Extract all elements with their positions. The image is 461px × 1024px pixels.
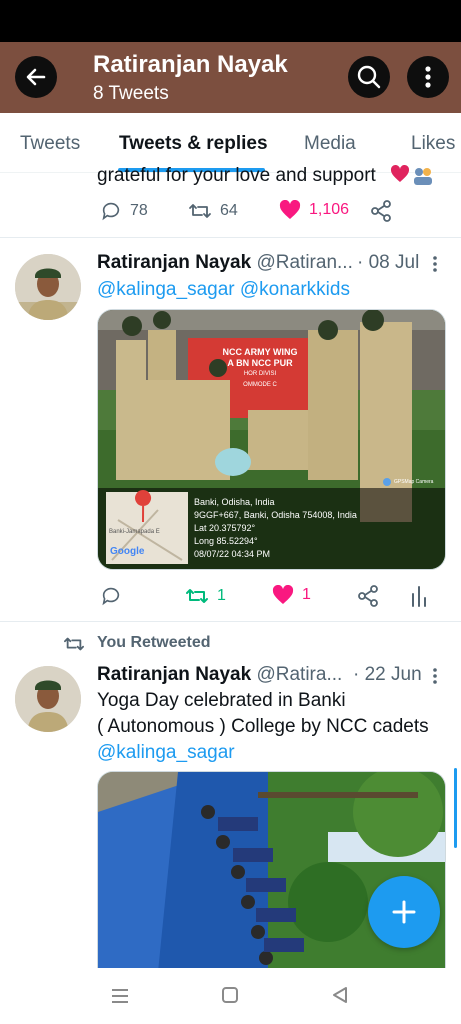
avatar[interactable]: [15, 254, 81, 320]
profile-name: Ratiranjan Nayak: [93, 51, 288, 78]
banner-subtitle: A BN NCC PUR: [227, 358, 293, 368]
photo-latitude: Lat 20.375792°: [194, 523, 256, 533]
like-count: 1: [302, 586, 311, 603]
heart-filled-icon: [279, 200, 301, 219]
tweet-divider: [0, 237, 461, 238]
recent-apps-button[interactable]: [110, 987, 130, 1010]
share-button[interactable]: [357, 585, 379, 607]
analytics-button[interactable]: [410, 585, 428, 607]
stamp-app-name: GPSMap Camera: [394, 479, 434, 485]
search-button[interactable]: [348, 56, 390, 98]
share-icon: [371, 200, 391, 222]
reply-icon: [102, 587, 120, 606]
map-place: Banki-Jamapada E: [109, 529, 160, 535]
photo-datetime: 08/07/22 04:34 PM: [194, 549, 271, 559]
retweeted-indicator: [63, 634, 85, 659]
tab-tweets[interactable]: Tweets: [20, 133, 80, 155]
tab-media[interactable]: Media: [304, 133, 356, 155]
banner-line: OMMODE C: [243, 382, 277, 388]
map-provider: Google: [110, 546, 145, 557]
banner-title: NCC ARMY WING: [222, 347, 298, 357]
retweet-icon: [186, 589, 208, 603]
status-bar: [0, 0, 461, 42]
reply-count: 78: [130, 202, 148, 219]
back-nav-button[interactable]: [331, 986, 349, 1009]
reply-button[interactable]: [100, 585, 122, 607]
system-navigation-bar: [0, 968, 461, 1024]
more-options-button[interactable]: [407, 56, 449, 98]
photo-longitude: Long 85.52294°: [194, 536, 258, 546]
tab-tweets-and-replies[interactable]: Tweets & replies: [119, 133, 268, 155]
retweet-icon: [64, 637, 84, 651]
retweet-button[interactable]: 1: [185, 585, 226, 607]
more-vertical-icon: [433, 256, 437, 272]
arrow-left-icon: [26, 68, 46, 86]
retweet-icon: [189, 204, 211, 218]
profile-header: Ratiranjan Nayak 8 Tweets: [0, 42, 461, 113]
share-icon: [358, 585, 378, 607]
reply-button[interactable]: 78: [100, 200, 148, 222]
photo-address: 9GGF+667, Banki, Odisha 754008, India: [194, 510, 357, 520]
square-icon: [222, 987, 238, 1003]
tweet-count: 8 Tweets: [93, 83, 169, 104]
tweet-divider: [0, 621, 461, 622]
tweet-photo[interactable]: NCC ARMY WING A BN NCC PUR HOR DIVISI OM…: [97, 309, 446, 570]
scrollbar[interactable]: [454, 768, 457, 848]
reply-icon: [102, 202, 120, 221]
tweet-text-line: Yoga Day celebrated in Banki: [97, 690, 346, 711]
retweeted-label[interactable]: You Retweeted: [97, 634, 211, 652]
tweet-text: grateful for your love and support: [97, 165, 376, 186]
avatar[interactable]: [15, 666, 81, 732]
author-name[interactable]: Ratiranjan Nayak: [97, 664, 251, 685]
bar-chart-icon: [412, 586, 426, 607]
triangle-back-icon: [333, 987, 347, 1003]
home-button[interactable]: [221, 986, 239, 1009]
retweet-button[interactable]: 64: [188, 200, 238, 222]
tweet-mention[interactable]: @kalinga_sagar: [97, 740, 235, 766]
tweet-text-line: ( Autonomous ) College by NCC cadets: [97, 716, 429, 737]
people-emoji-icon: [412, 167, 434, 190]
photo-location: Banki, Odisha, India: [194, 497, 275, 507]
tweet-more-button[interactable]: [432, 255, 438, 278]
like-count: 1,106: [309, 201, 350, 218]
author-handle[interactable]: @Ratiran...: [256, 252, 352, 273]
plus-icon: [392, 900, 416, 924]
tweet-date: · 22 Jun: [353, 664, 422, 685]
author-name[interactable]: Ratiranjan Nayak: [97, 252, 251, 273]
more-vertical-icon: [433, 668, 437, 684]
heart-emoji-icon: [390, 164, 410, 188]
tab-likes[interactable]: Likes: [411, 133, 455, 155]
like-button[interactable]: 1: [272, 585, 311, 605]
retweet-count: 1: [217, 587, 226, 604]
tweet-mentions[interactable]: @kalinga_sagar @konarkkids: [97, 277, 350, 303]
back-button[interactable]: [15, 56, 57, 98]
tweet-more-button[interactable]: [432, 667, 438, 690]
menu-lines-icon: [112, 989, 128, 1003]
banner-line: HOR DIVISI: [243, 371, 277, 377]
retweet-count: 64: [220, 202, 238, 219]
search-icon: [357, 65, 381, 89]
heart-filled-icon: [272, 585, 294, 604]
share-button[interactable]: [370, 200, 392, 222]
compose-tweet-button[interactable]: [368, 876, 440, 948]
author-handle[interactable]: @Ratira...: [256, 664, 342, 685]
tweet-date: · 08 Jul: [357, 252, 420, 273]
like-button[interactable]: 1,106: [279, 200, 349, 220]
more-vertical-icon: [425, 66, 431, 88]
